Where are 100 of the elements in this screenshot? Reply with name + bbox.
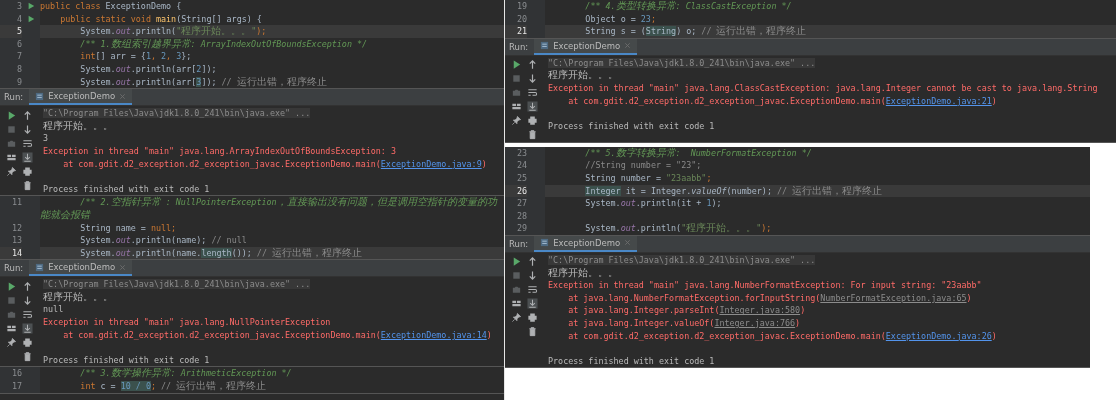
error-output-line: Exception in thread "main" java.lang.ClassCastException: java.lang.Integer cannot be cast to java.lang.String (548, 82, 1098, 93)
line-number: 4 (15, 12, 22, 26)
output-text: 程序开始。。。 (548, 267, 618, 278)
pin-icon[interactable] (510, 115, 522, 127)
source-link[interactable]: ExceptionDemo.java:21 (885, 95, 992, 106)
line-number: 24 (515, 159, 527, 172)
file-icon (35, 262, 45, 272)
command-line-text: "C:\Program Files\Java\jdk1.8.0_241\bin\java.exe" ... (43, 108, 311, 119)
line-number: 27 (515, 197, 527, 210)
scroll-to-end-icon[interactable] (526, 101, 538, 113)
line-number: 14 (0, 246, 22, 260)
output-text: null (43, 304, 64, 315)
code-line: System.out.println(it + 1); (584, 197, 723, 210)
soft-wrap-icon[interactable] (526, 87, 538, 99)
run-label: Run: (3, 92, 25, 103)
code-line: /** 2.空指针异常 : NullPointerException，直接输出没有问题，但是调用空指针的变量的功能就会报错 (40, 196, 499, 222)
line-number: 16 (10, 367, 22, 381)
line-number: 19 (515, 0, 527, 13)
line-number: 9 (15, 75, 22, 89)
code-line: int[] arr = {1, 2, 3}; (79, 50, 193, 63)
line-number: 12 (10, 221, 22, 235)
pin-icon[interactable] (5, 336, 17, 348)
code-line: System.out.println(name); // null (79, 234, 248, 247)
code-line: System.out.println(arr[3]); // 运行出错，程序终止 (79, 75, 328, 89)
pin-icon[interactable] (510, 312, 522, 324)
code-line: public static void main(String[] args) { (59, 12, 263, 25)
line-number: 6 (15, 37, 22, 51)
code-line: System.out.println(arr[2]); (79, 62, 218, 76)
line-number: 8 (15, 62, 22, 76)
command-line-text: "C:\Program Files\Java\jdk1.8.0_241\bin\java.exe" ... (548, 57, 816, 68)
error-output-line: at com.gdit.d2_exception.d2_exception_javac.ExceptionDemo.main(ExceptionDemo.java:14) (62, 329, 492, 340)
tab[interactable]: ExceptionDemo (29, 89, 133, 106)
source-link[interactable]: ExceptionDemo.java:26 (885, 330, 992, 341)
pin-icon[interactable] (5, 165, 17, 177)
output-text: Process finished with exit code 1 (43, 354, 210, 365)
code-line: public class ExceptionDemo { (40, 0, 183, 13)
output-text: 程序开始。。。 (548, 70, 618, 81)
run-label: Run: (508, 238, 530, 249)
scroll-to-end-icon[interactable] (21, 151, 33, 163)
scroll-to-end-icon[interactable] (526, 298, 538, 310)
source-link[interactable]: ExceptionDemo.java:14 (380, 329, 487, 340)
source-link[interactable]: Integer.java:580 (719, 305, 801, 316)
output-text: Process finished with exit code 1 (43, 183, 210, 194)
soft-wrap-icon[interactable] (21, 137, 33, 149)
error-output-line: Exception in thread "main" java.lang.NullPointerException (43, 317, 331, 328)
code-line: /** 5.数字转换异常: NumberFormatException */ (584, 146, 813, 160)
error-output-line: at java.lang.NumberFormatException.forInputString(NumberFormatException.java:65) (567, 292, 972, 303)
code-line: int c = 10 / 0; // 运行出错，程序终止 (79, 380, 268, 393)
tab[interactable]: ExceptionDemo (29, 260, 133, 277)
source-link[interactable]: ExceptionDemo.java:9 (380, 158, 482, 169)
file-icon (35, 91, 45, 101)
line-number: 28 (515, 209, 527, 223)
scroll-to-end-icon[interactable] (21, 322, 33, 334)
error-output-line: at java.lang.Integer.valueOf(Integer.java:766) (567, 317, 801, 328)
error-output-line: Exception in thread "main" java.lang.NumberFormatException: For input string: "23aabb" (548, 280, 982, 291)
file-icon (540, 41, 550, 51)
line-number: 21 (505, 25, 527, 38)
line-number: 7 (15, 50, 22, 63)
line-number: 25 (515, 171, 527, 185)
error-output-line: at java.lang.Integer.parseInt(Integer.java:580) (567, 305, 806, 316)
soft-wrap-icon[interactable] (526, 284, 538, 296)
file-icon (540, 238, 550, 248)
line-number: 5 (0, 25, 22, 38)
trash-icon[interactable] (526, 129, 538, 141)
code-line: /** 4.类型转换异常: ClassCastException */ (584, 0, 793, 13)
code-line: String number = "23aabb"; (584, 171, 713, 185)
line-number: 26 (505, 184, 527, 198)
error-output-line: at com.gdit.d2_exception.d2_exception_javac.ExceptionDemo.main(ExceptionDemo.java:9) (62, 158, 487, 169)
source-link[interactable]: Integer.java:766 (714, 317, 796, 328)
line-number: 23 (515, 146, 527, 160)
line-number: 29 (515, 222, 527, 235)
error-output-line: at com.gdit.d2_exception.d2_exception_javac.ExceptionDemo.main(ExceptionDemo.java:21) (567, 95, 997, 106)
line-number: 11 (10, 196, 22, 209)
error-output-line: at com.gdit.d2_exception.d2_exception_javac.ExceptionDemo.main(ExceptionDemo.java:26) (567, 330, 997, 341)
trash-icon[interactable] (21, 179, 33, 191)
command-line-text: "C:\Program Files\Java\jdk1.8.0_241\bin\java.exe" ... (43, 279, 311, 290)
code-line: /** 3.数学操作异常: ArithmeticException */ (79, 367, 293, 380)
command-line-text: "C:\Program Files\Java\jdk1.8.0_241\bin\java.exe" ... (548, 254, 816, 265)
output-text: Process finished with exit code 1 (548, 120, 715, 131)
code-line: String name = null; (79, 221, 178, 235)
code-line: Object o = 23; (584, 12, 657, 26)
run-label: Run: (3, 263, 25, 274)
line-number: 3 (15, 0, 22, 13)
output-text: 程序开始。。。 (43, 120, 113, 131)
trash-icon[interactable] (21, 350, 33, 362)
source-link[interactable]: NumberFormatException.java:65 (820, 292, 967, 303)
line-number: 13 (10, 234, 22, 247)
code-line: /** 1.数组索引越界异常: ArrayIndexOutOfBoundsException */ (79, 37, 369, 51)
output-text: 程序开始。。。 (43, 291, 113, 302)
trash-icon[interactable] (526, 326, 538, 338)
run-label: Run: (508, 41, 530, 52)
code-line: System.out.println("程序开始。。。"); (584, 222, 773, 235)
output-text: 3 (43, 133, 49, 144)
run-icon[interactable] (27, 2, 35, 10)
output-text: Process finished with exit code 1 (548, 355, 715, 366)
soft-wrap-icon[interactable] (21, 308, 33, 320)
line-number: 20 (515, 12, 527, 26)
run-icon[interactable] (27, 14, 35, 23)
code-line: //String number = "23"; (584, 159, 703, 172)
line-number: 17 (10, 380, 22, 393)
